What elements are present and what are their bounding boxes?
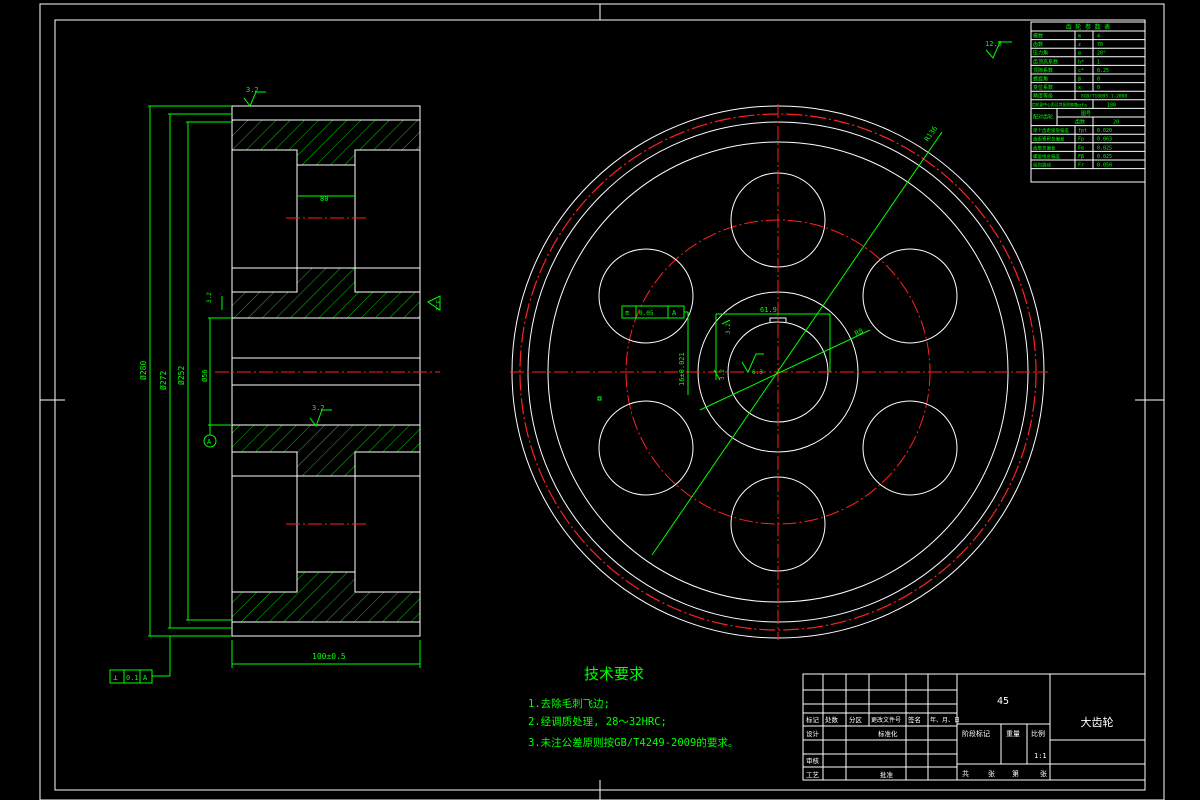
runout-datum: A xyxy=(143,674,148,682)
params-row-value: 0.25 xyxy=(1097,68,1109,74)
params-check-label: 单个齿距极限偏差 xyxy=(1033,127,1069,134)
params-check-label: 螺旋线总偏差 xyxy=(1033,153,1060,160)
params-row-value: 70 xyxy=(1097,42,1103,48)
params-row-value: 0 xyxy=(1097,77,1100,83)
params-row-value: 1 xyxy=(1097,59,1100,65)
params-row-symbol: h* xyxy=(1078,59,1084,65)
params-check-symbol: Fp xyxy=(1078,137,1084,143)
params-accuracy-label: 精度等级 xyxy=(1033,93,1053,100)
params-row-symbol: c* xyxy=(1078,68,1084,74)
params-check-label: 径向跳动 xyxy=(1033,162,1051,169)
title-sheet-label: 张 xyxy=(988,769,995,778)
params-center-symbol: a±fa xyxy=(1076,102,1087,108)
dim-keyway-height: 61.9 xyxy=(760,306,777,314)
gear-front-view xyxy=(510,104,1048,640)
title-part-name: 大齿轮 xyxy=(1081,715,1114,729)
tech-req-item-1: 1.去除毛刺飞边; xyxy=(528,697,610,710)
title-scale-value: 1:1 xyxy=(1034,752,1047,760)
dim-da: Ø280 xyxy=(138,361,148,380)
dim-radius-small: R8 xyxy=(853,327,864,338)
params-check-label: 齿廓总偏差 xyxy=(1033,144,1056,151)
title-sheet-num: 第 xyxy=(1012,769,1019,778)
params-row-label: 齿顶高系数 xyxy=(1033,58,1058,65)
params-check-label: 齿距累积总偏差 xyxy=(1033,136,1065,143)
tech-req-item-3: 3.未注公差原则按GB/T4249-2009的要求。 xyxy=(528,736,738,749)
dim-d: Ø252 xyxy=(176,366,186,385)
params-check-symbol: fpt xyxy=(1078,128,1087,134)
title-review: 审核 xyxy=(806,756,820,765)
params-check-value: 0.050 xyxy=(1097,163,1112,169)
title-sheet-label2: 张 xyxy=(1040,769,1047,778)
title-label-change: 更改文件号 xyxy=(871,716,901,724)
params-row-symbol: m xyxy=(1078,34,1081,40)
runout-symbol: ⊥ xyxy=(113,673,118,682)
params-mate-sub2: 齿数 xyxy=(1075,119,1085,126)
params-row-label: 螺旋角 xyxy=(1033,76,1048,83)
roughness-keyway-c: 3.2 xyxy=(719,369,726,380)
title-scale-label: 比例 xyxy=(1031,729,1045,738)
params-row-label: 齿数 xyxy=(1033,41,1043,48)
params-row-value: 4 xyxy=(1097,34,1100,40)
dim-df: Ø272 xyxy=(158,371,168,390)
roughness-bore-right: 3.2 xyxy=(434,300,441,311)
tech-req-heading: 技术要求 xyxy=(584,665,644,683)
title-label-mark: 标记 xyxy=(806,715,820,724)
params-check-symbol: Fr xyxy=(1078,163,1084,169)
dim-bore: Ø56 xyxy=(201,369,209,382)
params-row-symbol: x xyxy=(1078,85,1081,91)
params-mate-label: 配对齿轮 xyxy=(1033,113,1053,120)
roughness-top: 3.2 xyxy=(246,86,259,94)
dim-hub-width: 80 xyxy=(320,195,328,203)
params-center-value: 180 xyxy=(1107,102,1116,108)
params-mate-teeth: 20 xyxy=(1113,120,1119,126)
title-design: 设计 xyxy=(806,729,820,738)
title-label-sign: 签名 xyxy=(908,715,921,724)
params-check-value: 0.025 xyxy=(1097,154,1112,160)
title-weight-label: 重量 xyxy=(1006,730,1020,738)
tech-req-item-2: 2.经调质处理, 28～32HRC; xyxy=(528,715,667,728)
params-check-value: 0.020 xyxy=(1097,128,1112,134)
params-row-symbol: α xyxy=(1078,51,1081,57)
params-center-label: 齿轮副中心距及其极限偏差 xyxy=(1032,102,1078,107)
title-label-count: 处数 xyxy=(825,715,839,724)
datum-a: A xyxy=(207,438,212,446)
title-standard: 标准化 xyxy=(878,729,898,738)
params-row-symbol: z xyxy=(1078,42,1081,48)
params-title: 齿 轮 参 数 表 xyxy=(1066,23,1110,31)
params-row-label: 模数 xyxy=(1033,33,1043,40)
params-check-symbol: Fβ xyxy=(1078,154,1084,160)
roughness-hub: 3.2 xyxy=(312,404,325,412)
params-row-label: 压力角 xyxy=(1033,50,1048,57)
params-check-value: 0.025 xyxy=(1097,145,1112,151)
symmetry-value: 0.05 xyxy=(639,310,654,317)
dim-keyway-width: 16±0.021 xyxy=(678,352,686,386)
params-mate-sub1: 图号 xyxy=(1081,111,1091,117)
title-stage-label: 阶段标记 xyxy=(962,729,990,738)
title-sheet-total: 共 xyxy=(962,769,969,778)
dim-width-total: 100±0.5 xyxy=(312,652,346,661)
params-check-symbol: Fα xyxy=(1078,145,1084,151)
params-row-value: 0 xyxy=(1097,85,1100,91)
gear-drawing-sheet: 100±0.5 80 Ø280 Ø272 Ø252 Ø56 3.2 3.2 3.… xyxy=(39,3,1165,800)
params-check-value: 0.063 xyxy=(1097,137,1112,143)
params-row-label: 变位系数 xyxy=(1033,84,1053,91)
title-material: 45 xyxy=(997,696,1009,707)
title-process: 工艺 xyxy=(806,771,820,779)
title-label-zone: 分区 xyxy=(849,715,863,724)
params-row-label: 顶隙系数 xyxy=(1033,67,1053,74)
roughness-keyway-b: 6.3 xyxy=(752,369,763,376)
dim-radius-large: R136 xyxy=(923,125,939,143)
roughness-keyway-a: 3.2 xyxy=(725,323,732,334)
symmetry-symbol: ≡ xyxy=(625,309,629,317)
symmetry-datum: A xyxy=(672,309,677,317)
runout-value: 0.1 xyxy=(126,674,139,682)
params-accuracy-value: 8GB/T10095.1-2008 xyxy=(1081,94,1127,100)
roughness-bore-left: 3.2 xyxy=(206,292,213,303)
general-roughness-value: 12.5 xyxy=(985,40,1002,48)
params-row-symbol: β xyxy=(1078,77,1081,83)
title-approve: 批准 xyxy=(880,770,894,779)
params-row-value: 20° xyxy=(1097,51,1106,57)
title-label-date: 年、月、日 xyxy=(930,716,960,724)
